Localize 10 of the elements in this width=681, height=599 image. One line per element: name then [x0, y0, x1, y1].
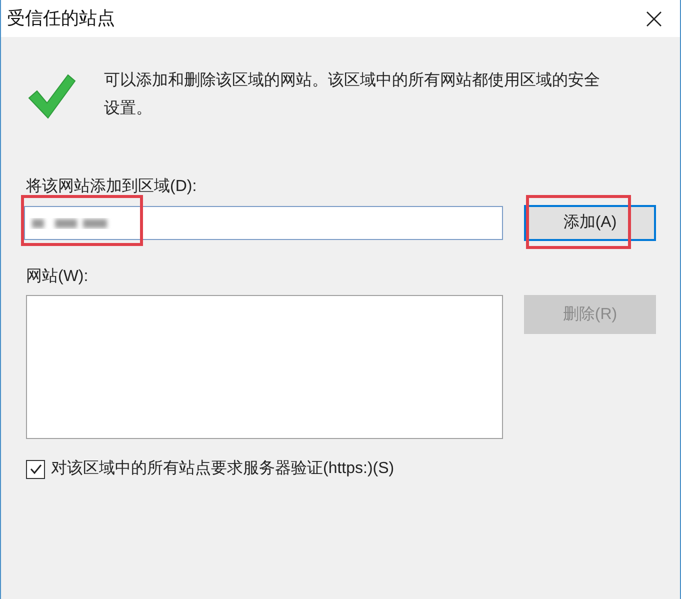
close-icon[interactable] [646, 10, 662, 26]
info-message: 可以添加和删除该区域的网站。该区域中的所有网站都使用区域的安全设置。 [104, 70, 601, 119]
add-button[interactable]: 添加(A) [524, 205, 656, 241]
checkbox-label[interactable]: 对该区域中的所有站点要求服务器验证(https:)(S) [51, 457, 394, 481]
checkbox[interactable] [26, 460, 45, 478]
window-title: 受信任的站点 [7, 7, 115, 30]
add-field-label: 将该网站添加到区域(D): [26, 176, 198, 197]
websites-label: 网站(W): [26, 266, 90, 287]
checkmark-icon [28, 462, 42, 476]
website-input-field[interactable] [24, 206, 503, 240]
